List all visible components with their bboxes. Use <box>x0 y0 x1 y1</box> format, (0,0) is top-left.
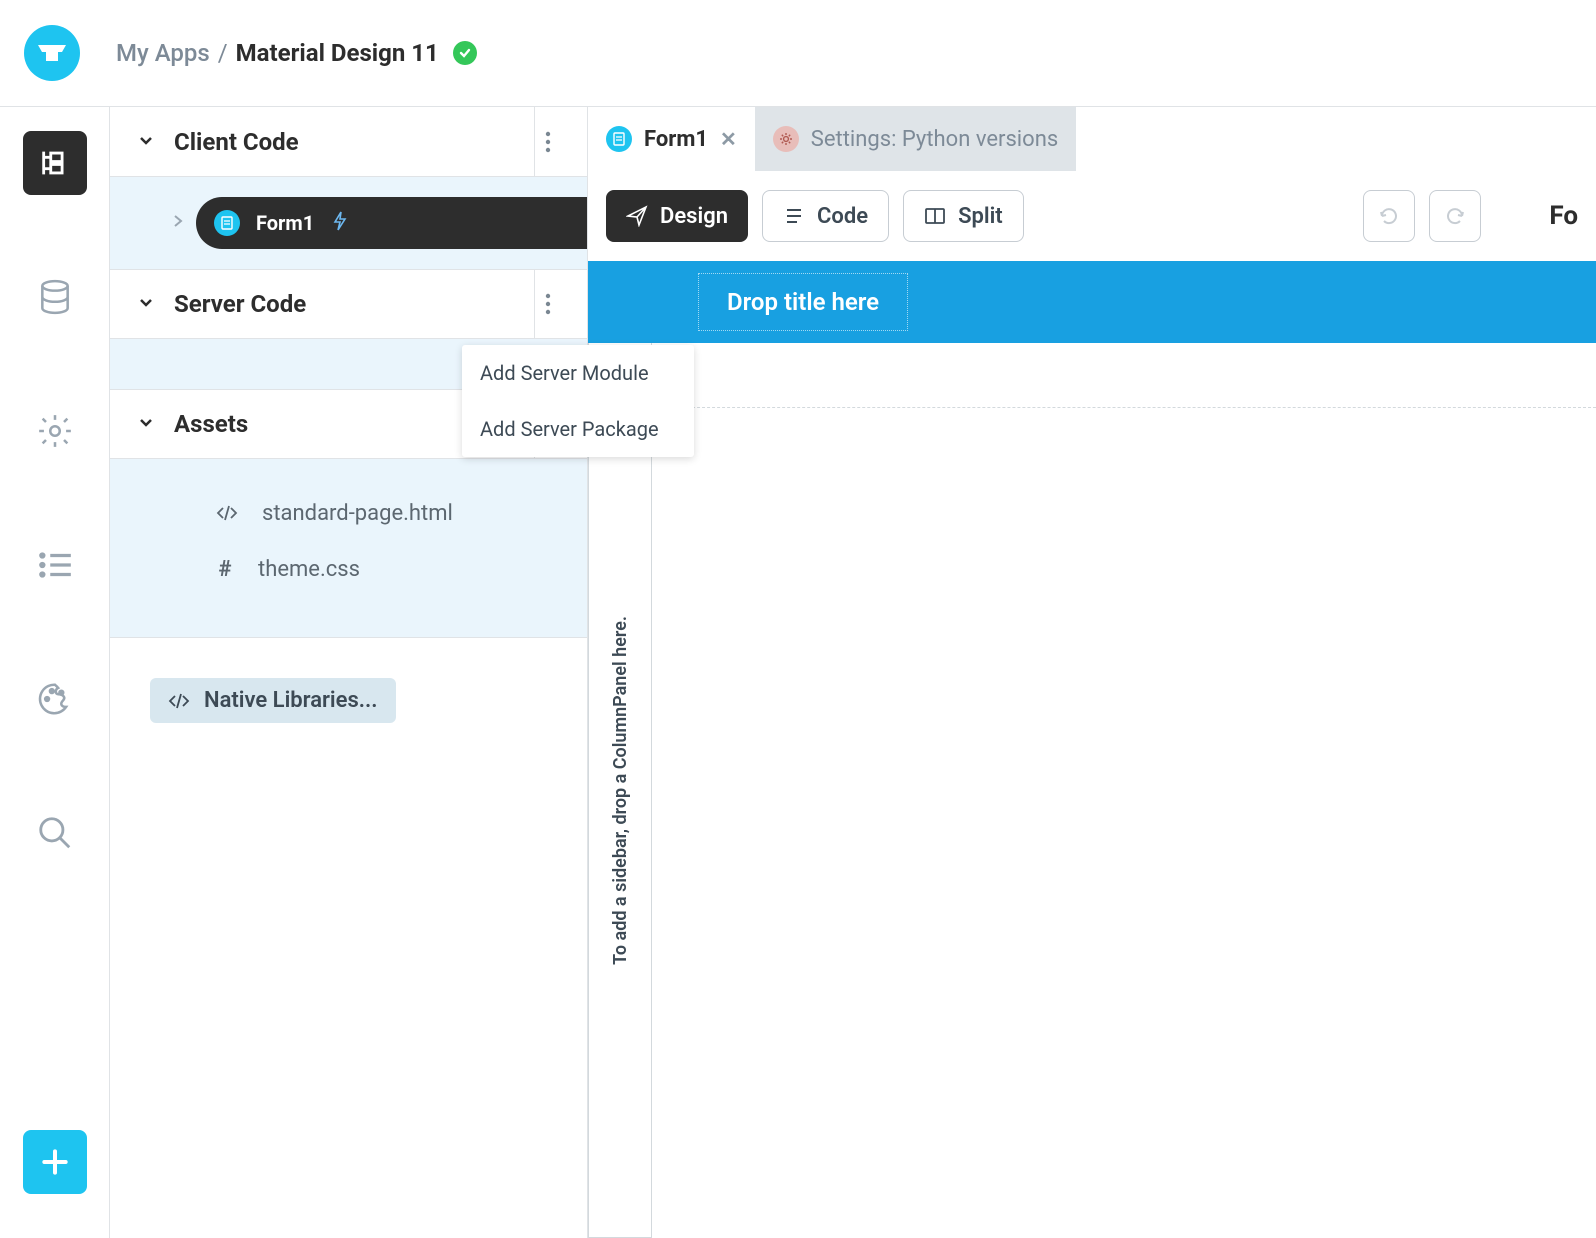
editor-toolbar: Design Code Split Fo <box>588 171 1596 261</box>
redo-icon <box>1443 204 1467 228</box>
undo-button[interactable] <box>1363 190 1415 242</box>
header: My Apps / Material Design 11 <box>0 0 1596 107</box>
section-title: Client Code <box>174 128 299 156</box>
asset-css[interactable]: # theme.css <box>110 541 587 597</box>
rail-app-tree[interactable] <box>23 131 87 195</box>
menu-add-server-module[interactable]: Add Server Module <box>462 345 694 401</box>
tab-label: Settings: Python versions <box>811 127 1058 152</box>
paper-plane-icon <box>626 205 648 227</box>
native-libraries[interactable]: Native Libraries... <box>150 678 396 723</box>
rail-database[interactable] <box>23 265 87 329</box>
undo-icon <box>1377 204 1401 228</box>
rail-add-button[interactable] <box>23 1130 87 1194</box>
rail-settings[interactable] <box>23 399 87 463</box>
section-client-code[interactable]: Client Code <box>110 107 587 177</box>
rail-theme[interactable] <box>23 667 87 731</box>
split-icon <box>924 205 946 227</box>
gear-icon <box>773 126 799 152</box>
code-icon <box>216 502 238 524</box>
design-label: Design <box>660 204 728 229</box>
code-label: Code <box>817 204 868 229</box>
form-tree-item[interactable]: Form1 <box>110 197 587 249</box>
hash-icon: # <box>216 557 234 582</box>
canvas-titlebar[interactable]: Drop title here <box>588 261 1596 343</box>
split-label: Split <box>958 204 1003 229</box>
canvas-main[interactable] <box>652 407 1596 1238</box>
chevron-down-icon <box>136 412 156 436</box>
section-title: Assets <box>174 410 248 438</box>
asset-label: standard-page.html <box>262 501 453 526</box>
form-icon <box>214 210 240 236</box>
tab-settings[interactable]: Settings: Python versions <box>755 107 1076 171</box>
drop-title-placeholder[interactable]: Drop title here <box>698 273 908 331</box>
asset-label: theme.css <box>258 557 360 582</box>
server-code-menu[interactable] <box>534 270 561 338</box>
app-tree: Client Code Form1 Server Code Assets <box>110 107 588 1238</box>
code-button[interactable]: Code <box>762 190 889 242</box>
breadcrumb-current: Material Design 11 <box>236 39 439 67</box>
menu-add-server-package[interactable]: Add Server Package <box>462 401 694 457</box>
client-code-menu[interactable] <box>534 107 561 176</box>
code-icon <box>168 690 190 712</box>
form-heading: Fo <box>1549 201 1578 231</box>
form-label: Form1 <box>256 211 314 235</box>
breadcrumb-parent[interactable]: My Apps <box>116 39 210 67</box>
chevron-down-icon <box>136 292 156 316</box>
save-status-icon <box>453 41 477 65</box>
anvil-logo[interactable] <box>24 25 80 81</box>
editor-pane: Form1 ✕ Settings: Python versions Design… <box>588 107 1596 1238</box>
tab-label: Form1 <box>644 127 708 152</box>
asset-html[interactable]: standard-page.html <box>110 485 587 541</box>
lightning-icon <box>332 210 348 236</box>
breadcrumb-sep: / <box>218 39 228 67</box>
server-code-popup: Add Server Module Add Server Package <box>462 345 694 457</box>
assets-body: standard-page.html # theme.css <box>110 459 587 637</box>
chevron-down-icon <box>136 130 156 154</box>
sidebar-drop-hint[interactable]: To add a sidebar, drop a ColumnPanel her… <box>588 343 652 1238</box>
section-server-code[interactable]: Server Code <box>110 269 587 339</box>
chevron-right-icon[interactable] <box>170 213 186 233</box>
section-title: Server Code <box>174 290 306 318</box>
close-icon[interactable]: ✕ <box>720 127 737 151</box>
form-icon <box>606 126 632 152</box>
rail-list[interactable] <box>23 533 87 597</box>
left-rail <box>0 107 110 1238</box>
redo-button[interactable] <box>1429 190 1481 242</box>
client-code-body: Form1 <box>110 177 587 269</box>
design-button[interactable]: Design <box>606 190 748 242</box>
rail-search[interactable] <box>23 801 87 865</box>
native-libraries-label: Native Libraries... <box>204 688 378 713</box>
tab-bar: Form1 ✕ Settings: Python versions <box>588 107 1596 171</box>
tab-form1[interactable]: Form1 ✕ <box>588 107 755 171</box>
split-button[interactable]: Split <box>903 190 1024 242</box>
sidebar-drop-hint-text: To add a sidebar, drop a ColumnPanel her… <box>610 600 631 981</box>
canvas-body: To add a sidebar, drop a ColumnPanel her… <box>588 343 1596 1238</box>
breadcrumb: My Apps / Material Design 11 <box>116 39 477 67</box>
list-icon <box>783 205 805 227</box>
